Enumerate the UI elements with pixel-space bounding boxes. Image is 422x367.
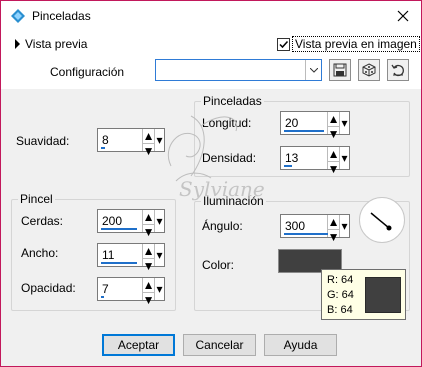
angle-spin[interactable]: 300 ▲ ▼ ▾ [280,214,350,244]
window-title: Pinceladas [32,9,91,23]
spin-down-icon[interactable]: ▼ [328,229,339,244]
tooltip-r: R: 64 [327,274,354,286]
smoothness-spin[interactable]: 8 ▲ ▼ ▾ [97,128,165,158]
spin-up-icon[interactable]: ▲ [143,278,155,292]
opacity-value: 7 [102,282,109,296]
smoothness-label: Suavidad: [16,134,70,148]
spin-down-icon[interactable]: ▼ [143,224,154,239]
smoothness-value: 8 [102,133,109,147]
spin-down-icon[interactable]: ▼ [328,126,339,141]
expand-triangle-icon [15,39,20,49]
checkmark-icon [279,40,289,48]
brush-group-title: Pincel [18,192,55,206]
angle-label: Ángulo: [202,219,243,233]
length-spin[interactable]: 20 ▲ ▼ ▾ [280,111,350,141]
color-label: Color: [202,258,235,272]
angle-needle-icon [370,212,392,231]
preview-toggle[interactable]: Vista previa [15,37,87,51]
tooltip-color-swatch [365,277,401,313]
angle-dial[interactable] [359,197,405,243]
angle-value: 300 [285,219,306,233]
dropdown-arrow-icon[interactable]: ▾ [154,278,164,300]
spin-up-icon[interactable]: ▲ [143,210,155,224]
preview-config-area: Vista previa Vista previa en imagen Conf… [1,31,421,89]
checkbox-box[interactable] [277,37,290,51]
strokes-group-title: Pinceladas [201,94,264,108]
width-level-bar [101,262,137,264]
smoothness-level-bar [101,147,105,149]
close-icon [397,10,409,22]
length-label: Longitud: [202,116,252,130]
lighting-group-title: Iluminación [201,194,266,208]
bristles-level-bar [101,228,137,230]
cancel-button[interactable]: Cancelar [183,334,256,356]
dropdown-arrow-icon[interactable]: ▾ [339,112,349,134]
width-value: 11 [102,248,115,262]
close-button[interactable] [391,4,415,28]
randomize-button[interactable] [358,59,380,81]
spin-down-icon[interactable]: ▼ [328,161,339,176]
tooltip-g: G: 64 [327,289,354,301]
density-spin[interactable]: 13 ▲ ▼ ▾ [280,146,350,176]
spin-down-icon[interactable]: ▼ [143,143,154,158]
width-spin[interactable]: 11 ▲ ▼ ▾ [97,243,165,273]
help-button[interactable]: Ayuda [264,334,337,356]
color-tooltip: R: 64 G: 64 B: 64 [321,269,406,320]
density-label: Densidad: [202,151,257,165]
width-value-field[interactable]: 11 [98,244,142,266]
dropdown-arrow-icon[interactable]: ▾ [154,129,164,151]
smoothness-value-field[interactable]: 8 [98,129,142,151]
spin-up-icon[interactable]: ▲ [143,244,155,258]
dropdown-arrow-icon[interactable]: ▾ [339,147,349,169]
dropdown-arrow-icon[interactable]: ▾ [339,215,349,237]
density-value: 13 [285,151,299,165]
save-preset-button[interactable] [329,59,351,81]
bristles-value: 200 [102,214,123,228]
opacity-value-field[interactable]: 7 [98,278,142,300]
tooltip-b: B: 64 [327,304,353,316]
opacity-spin[interactable]: 7 ▲ ▼ ▾ [97,277,165,307]
length-level-bar [284,130,324,132]
live-preview-label: Vista previa en imagen [292,36,420,52]
opacity-label: Opacidad: [21,281,76,295]
live-preview-checkbox[interactable]: Vista previa en imagen [277,36,420,52]
bristles-spin[interactable]: 200 ▲ ▼ ▾ [97,209,165,239]
angle-level-bar [284,233,328,235]
dialog-window: Pinceladas Vista previa Vista previa en … [0,0,422,367]
bristles-label: Cerdas: [21,214,64,228]
dropdown-arrow-icon[interactable]: ▾ [154,210,164,232]
reset-button[interactable] [387,59,409,81]
bristles-value-field[interactable]: 200 [98,210,142,232]
preview-toggle-label: Vista previa [25,37,88,51]
app-icon [11,9,25,23]
spin-down-icon[interactable]: ▼ [143,292,154,307]
density-value-field[interactable]: 13 [281,147,327,169]
width-label: Ancho: [21,246,59,260]
spin-up-icon[interactable]: ▲ [328,112,340,126]
title-bar: Pinceladas [1,1,421,31]
chevron-down-icon[interactable] [305,60,321,80]
opacity-level-bar [101,296,104,298]
dice-icon [362,63,376,77]
spin-up-icon[interactable]: ▲ [143,129,155,143]
save-icon [333,63,347,77]
reset-icon [391,64,404,77]
dropdown-arrow-icon[interactable]: ▾ [154,244,164,266]
ok-button[interactable]: Aceptar [102,334,175,356]
spin-up-icon[interactable]: ▲ [328,215,340,229]
length-value-field[interactable]: 20 [281,112,327,134]
angle-value-field[interactable]: 300 [281,215,328,237]
config-label: Configuración [50,65,125,79]
length-value: 20 [285,116,299,130]
spin-up-icon[interactable]: ▲ [328,147,340,161]
density-level-bar [284,165,292,167]
spin-down-icon[interactable]: ▼ [143,258,154,273]
config-preset-select[interactable] [155,59,322,81]
